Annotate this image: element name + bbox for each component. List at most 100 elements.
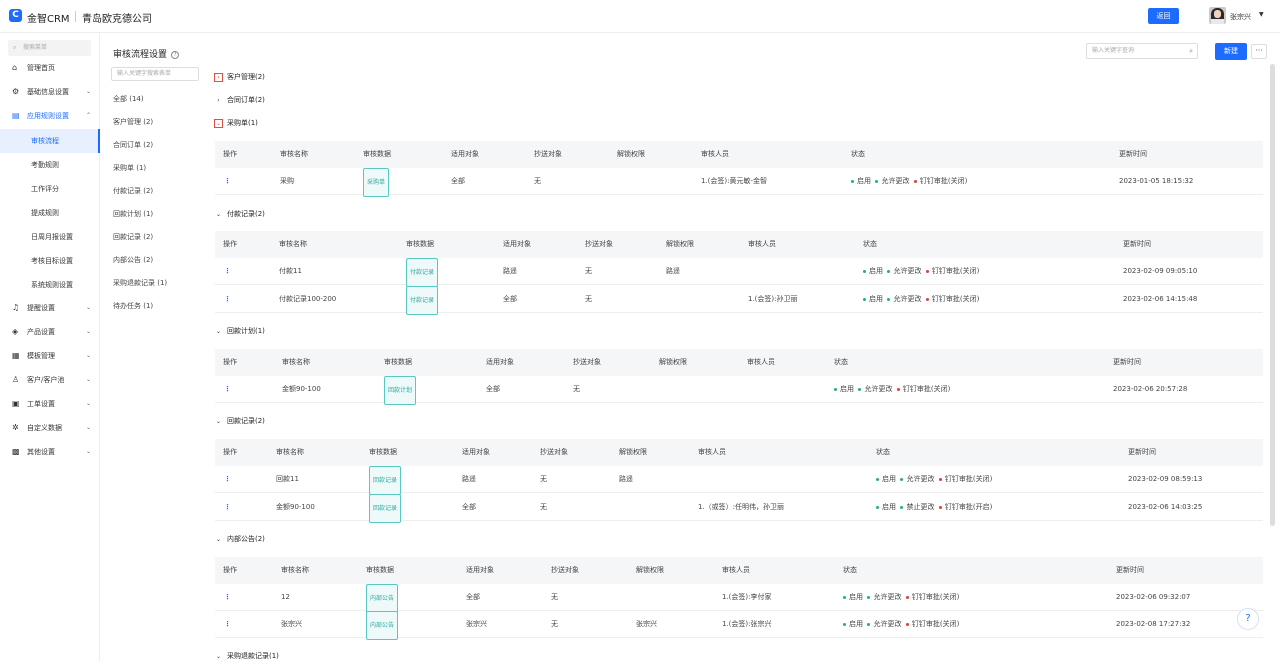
sidebar-item-app-rules[interactable]: ▤ 应用规则设置 ⌃ xyxy=(0,106,100,126)
data-tag: 采购单 xyxy=(363,168,390,197)
group-header-plan[interactable]: ⌄ 回款计划(1) xyxy=(214,326,265,337)
chevron-up-icon: ⌃ xyxy=(85,112,91,119)
row-action-menu-icon[interactable]: ⋮ xyxy=(224,584,231,611)
sidebar-sub-work-score[interactable]: 工作评分 xyxy=(0,177,100,201)
user-menu-caret-icon[interactable]: ▼ xyxy=(1259,11,1264,18)
category-item[interactable]: 采购单 (1) xyxy=(113,163,146,173)
help-circle-icon[interactable]: ? xyxy=(171,50,180,59)
table-row: ⋮ 张宗兴 内部公告 张宗兴 无 张宗兴 1.(会签):张宗兴 启用 允许更改 … xyxy=(215,611,1263,640)
status-cell: 启用 允许更改 钉钉审批(关闭) xyxy=(863,258,979,285)
chevron-down-icon: ⌄ xyxy=(214,119,223,128)
group-header-contract[interactable]: › 合同订单(2) xyxy=(214,95,265,106)
sidebar-sub-system-rules[interactable]: 系统规则设置 xyxy=(0,273,100,297)
data-tag: 内部公告 xyxy=(366,584,399,613)
status-cell: 启用 允许更改 钉钉审批(关闭) xyxy=(876,466,992,493)
bell-icon: ♫ xyxy=(12,303,20,312)
header-divider xyxy=(75,11,76,22)
settings-icon: ⚙ xyxy=(12,87,20,96)
sidebar-sub-target[interactable]: 考核目标设置 xyxy=(0,249,100,273)
sidebar-item-reminder[interactable]: ♫ 提醒设置 ⌄ xyxy=(0,298,100,318)
grid-icon: ▩ xyxy=(12,447,20,456)
box-icon: ◈ xyxy=(12,327,19,336)
category-item[interactable]: 采购退款记录 (1) xyxy=(113,278,167,288)
category-item[interactable]: 客户管理 (2) xyxy=(113,117,153,127)
sidebar-item-ticket[interactable]: ▣ 工单设置 ⌄ xyxy=(0,394,100,414)
row-action-menu-icon[interactable]: ⋮ xyxy=(224,286,231,313)
chevron-down-icon: ⌄ xyxy=(85,400,91,407)
username[interactable]: 张宗兴 xyxy=(1230,12,1251,22)
table-row: ⋮ 付款记录100-200 付款记录 全部 无 1.(会签):孙卫丽 启用 允许… xyxy=(215,286,1263,315)
document-icon: ▤ xyxy=(12,111,20,120)
sidebar-sub-report[interactable]: 日周月报设置 xyxy=(0,225,100,249)
data-tag: 付款记录 xyxy=(406,286,439,315)
sidebar-item-home[interactable]: ⌂ 管理首页 xyxy=(0,58,100,78)
table-row: ⋮ 付款11 付款记录 路遥 无 路遥 启用 允许更改 钉钉审批(关闭) 202… xyxy=(215,258,1263,287)
form-search-input[interactable]: 输入关键字搜索表单 xyxy=(111,67,199,81)
sidebar-sub-commission[interactable]: 提成规则 xyxy=(0,201,100,225)
help-icon[interactable]: ? xyxy=(1237,608,1259,630)
brand-logo-icon[interactable]: C xyxy=(9,9,22,22)
row-action-menu-icon[interactable]: ⋮ xyxy=(224,494,231,521)
category-item[interactable]: 全部 (14) xyxy=(113,94,144,104)
avatar[interactable] xyxy=(1209,7,1226,24)
data-tag: 付款记录 xyxy=(406,258,439,287)
status-cell: 启用 允许更改 钉钉审批(关闭) xyxy=(843,584,959,611)
table-header: 操作 审核名称 审核数据 适用对象 抄送对象 解锁权限 审核人员 状态 更新时间 xyxy=(215,231,1263,258)
chevron-right-icon: › xyxy=(217,97,220,104)
group-header-refund[interactable]: ⌄ 采购退款记录(1) xyxy=(214,651,279,662)
sidebar-item-custom-data[interactable]: ✲ 自定义数据 ⌄ xyxy=(0,418,100,438)
menu-search-input[interactable]: ⌕ 搜索菜单 xyxy=(8,40,91,56)
sidebar-sub-audit-flow[interactable]: 审核流程 xyxy=(0,129,100,153)
group-header-receipt[interactable]: ⌄ 回款记录(2) xyxy=(214,416,265,427)
custom-data-icon: ✲ xyxy=(12,423,19,432)
row-action-menu-icon[interactable]: ⋮ xyxy=(224,168,231,195)
status-cell: 启用 禁止更改 钉钉审批(开启) xyxy=(876,494,992,521)
return-button[interactable]: 返回 xyxy=(1148,8,1179,24)
table-row: ⋮ 回款11 回款记录 路遥 无 路遥 启用 允许更改 钉钉审批(关闭) 202… xyxy=(215,466,1263,495)
new-button[interactable]: 新建 xyxy=(1215,43,1247,60)
ticket-icon: ▣ xyxy=(12,399,20,408)
category-item[interactable]: 回款计划 (1) xyxy=(113,209,153,219)
sidebar-item-other[interactable]: ▩ 其他设置 ⌄ xyxy=(0,442,100,462)
chevron-down-icon: ⌄ xyxy=(85,424,91,431)
group-header-purchase[interactable]: ⌄ 采购单(1) xyxy=(214,118,258,128)
row-action-menu-icon[interactable]: ⋮ xyxy=(224,258,231,285)
chevron-down-icon: ⌄ xyxy=(215,211,222,218)
chevron-down-icon: ⌄ xyxy=(85,352,91,359)
category-item[interactable]: 合同订单 (2) xyxy=(113,140,153,150)
chevron-down-icon: ⌄ xyxy=(85,328,91,335)
category-item[interactable]: 回款记录 (2) xyxy=(113,232,153,242)
chevron-down-icon: ⌄ xyxy=(85,376,91,383)
category-item[interactable]: 待办任务 (1) xyxy=(113,301,153,311)
table-row: ⋮ 金额90-100 回款计划 全部 无 启用 允许更改 钉钉审批(关闭) 20… xyxy=(215,376,1263,405)
sidebar-item-product[interactable]: ◈ 产品设置 ⌄ xyxy=(0,322,100,342)
sidebar-item-basic-info[interactable]: ⚙ 基础信息设置 ⌄ xyxy=(0,82,100,102)
status-cell: 启用 允许更改 钉钉审批(关闭) xyxy=(834,376,950,403)
group-header-payment[interactable]: ⌄ 付款记录(2) xyxy=(214,209,265,220)
category-item[interactable]: 付款记录 (2) xyxy=(113,186,153,196)
template-icon: ▦ xyxy=(12,351,20,360)
more-button[interactable]: ··· xyxy=(1251,44,1267,59)
chevron-down-icon: ⌄ xyxy=(215,536,222,543)
table-row: ⋮ 金额90-100 回款记录 全部 无 1.（或签）:任明伟，孙卫丽 启用 禁… xyxy=(215,494,1263,523)
category-item[interactable]: 内部公告 (2) xyxy=(113,255,153,265)
chevron-right-icon: › xyxy=(214,73,223,82)
sidebar-item-template[interactable]: ▦ 模板管理 ⌄ xyxy=(0,346,100,366)
data-tag: 回款记录 xyxy=(369,466,402,495)
brand-name[interactable]: 金智CRM xyxy=(27,10,70,25)
search-icon[interactable]: ⌕ xyxy=(1189,44,1193,58)
data-tag: 回款记录 xyxy=(369,494,402,523)
table-header: 操作 审核名称 审核数据 适用对象 抄送对象 解锁权限 审核人员 状态 更新时间 xyxy=(215,349,1263,376)
sidebar-sub-attendance[interactable]: 考勤规则 xyxy=(0,153,100,177)
keyword-search-input[interactable]: 输入关键字查询 ⌕ xyxy=(1086,43,1198,59)
group-header-notice[interactable]: ⌄ 内部公告(2) xyxy=(214,534,265,545)
row-action-menu-icon[interactable]: ⋮ xyxy=(224,466,231,493)
group-header-customer[interactable]: › 客户管理(2) xyxy=(214,72,265,82)
sidebar-item-customers[interactable]: ♙ 客户/客户池 ⌄ xyxy=(0,370,100,390)
scrollbar[interactable] xyxy=(1270,64,1275,526)
row-action-menu-icon[interactable]: ⋮ xyxy=(224,376,231,403)
table-row: ⋮ 12 内部公告 全部 无 1.(会签):李付家 启用 允许更改 钉钉审批(关… xyxy=(215,584,1263,613)
chevron-down-icon: ⌄ xyxy=(215,328,222,335)
chevron-down-icon: ⌄ xyxy=(85,304,91,311)
row-action-menu-icon[interactable]: ⋮ xyxy=(224,611,231,638)
